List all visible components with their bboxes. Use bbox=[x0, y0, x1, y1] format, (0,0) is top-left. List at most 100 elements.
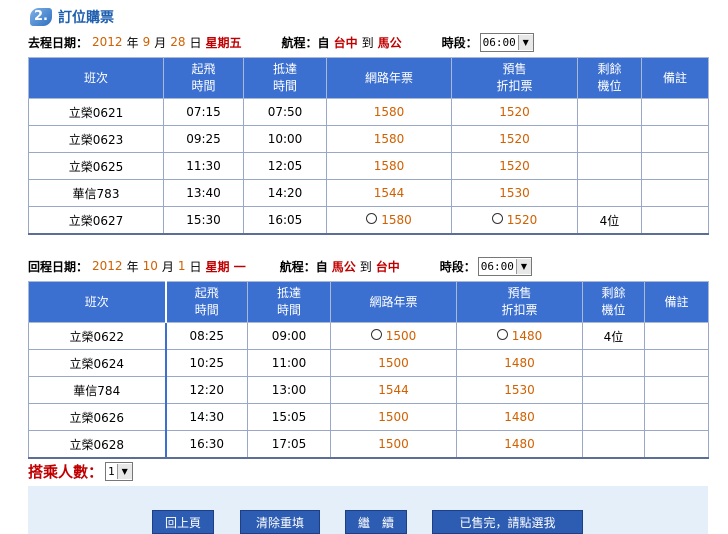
arrive-time: 07:50 bbox=[243, 98, 327, 126]
outbound-to-word: 到 bbox=[361, 35, 374, 50]
col-header-presale: 預售 折扣票 bbox=[451, 57, 578, 99]
col-header-note: 備註 bbox=[644, 281, 709, 323]
outbound-year-unit: 年 bbox=[126, 35, 139, 50]
outbound-date-label: 去程日期： bbox=[28, 35, 89, 50]
flight-number: 華信784 bbox=[28, 376, 167, 404]
presale-fare: 1480 bbox=[456, 403, 583, 431]
continue-button[interactable]: 繼 續 bbox=[345, 510, 407, 534]
arrive-time: 09:00 bbox=[247, 322, 331, 350]
presale-fare-option[interactable]: 1520 bbox=[451, 206, 578, 235]
col-header-seats: 剩餘 機位 bbox=[577, 57, 642, 99]
web-fare-option[interactable]: 1500 bbox=[330, 322, 457, 350]
step-badge: 2. bbox=[30, 8, 52, 26]
table-row: 立榮0628 16:30 17:05 1500 1480 bbox=[28, 430, 709, 459]
arrive-time: 13:00 bbox=[247, 376, 331, 404]
return-month-unit: 月 bbox=[161, 259, 174, 274]
soldout-button[interactable]: 已售完，請點選我 bbox=[432, 510, 583, 534]
presale-fare: 1530 bbox=[451, 179, 578, 207]
depart-time: 10:25 bbox=[165, 349, 248, 377]
depart-time: 12:20 bbox=[165, 376, 248, 404]
outbound-route-label: 航程：自 bbox=[281, 35, 330, 50]
note bbox=[641, 98, 709, 126]
seats-left bbox=[577, 125, 642, 153]
return-to-word: 到 bbox=[359, 259, 372, 274]
passenger-count-select[interactable]: 1 ▼ bbox=[105, 461, 133, 481]
depart-time: 09:25 bbox=[163, 125, 244, 153]
web-fare-radio[interactable] bbox=[370, 329, 382, 340]
chevron-down-icon: ▼ bbox=[116, 463, 132, 479]
col-header-flight: 班次 bbox=[28, 281, 167, 323]
depart-time: 14:30 bbox=[165, 403, 248, 431]
flight-number: 立榮0626 bbox=[28, 403, 167, 431]
web-fare: 1580 bbox=[326, 98, 452, 126]
back-button[interactable]: 回上頁 bbox=[152, 510, 214, 534]
note bbox=[641, 206, 709, 235]
presale-fare-radio[interactable] bbox=[491, 213, 503, 224]
presale-fare: 1530 bbox=[456, 376, 583, 404]
outbound-month-unit: 月 bbox=[154, 35, 167, 50]
col-header-arrive: 抵達 時間 bbox=[247, 281, 331, 323]
return-time-value: 06:00 bbox=[480, 259, 514, 273]
presale-fare: 1520 bbox=[451, 98, 578, 126]
presale-fare: 1520 bbox=[451, 125, 578, 153]
flight-number: 華信783 bbox=[28, 179, 164, 207]
seats-left bbox=[582, 349, 645, 377]
outbound-to: 馬公 bbox=[377, 35, 402, 50]
arrive-time: 17:05 bbox=[247, 430, 331, 459]
outbound-flights-table: 班次 起飛 時間 抵達 時間 網路年票 預售 折扣票 剩餘 機位 備註 立榮0621 0… bbox=[28, 57, 709, 235]
note bbox=[644, 403, 709, 431]
arrive-time: 11:00 bbox=[247, 349, 331, 377]
return-info: 回程日期： 2012 年 10 月 1 日 星期 一 航程：自 馬公 到 台中 … bbox=[28, 256, 708, 276]
outbound-info: 去程日期： 2012 年 9 月 28 日 星期五 航程：自 台中 到 馬公 時… bbox=[28, 32, 708, 52]
arrive-time: 10:00 bbox=[243, 125, 327, 153]
return-year-unit: 年 bbox=[126, 259, 139, 274]
note bbox=[644, 430, 709, 459]
flight-number: 立榮0621 bbox=[28, 98, 164, 126]
clear-button[interactable]: 清除重填 bbox=[240, 510, 320, 534]
web-fare: 1500 bbox=[330, 349, 457, 377]
note bbox=[644, 376, 709, 404]
passenger-count: 搭乘人數： 1 ▼ bbox=[28, 460, 133, 482]
note bbox=[641, 125, 709, 153]
seats-left: 4位 bbox=[582, 322, 645, 350]
outbound-year: 2012 bbox=[92, 35, 123, 49]
depart-time: 13:40 bbox=[163, 179, 244, 207]
outbound-time-value: 06:00 bbox=[482, 35, 516, 49]
return-to: 台中 bbox=[375, 259, 400, 274]
col-header-depart: 起飛 時間 bbox=[165, 281, 248, 323]
passenger-count-label: 搭乘人數： bbox=[28, 462, 104, 481]
seats-left bbox=[582, 430, 645, 459]
depart-time: 08:25 bbox=[165, 322, 248, 350]
seats-left bbox=[577, 98, 642, 126]
web-fare: 1544 bbox=[330, 376, 457, 404]
return-flights-table: 班次 起飛 時間 抵達 時間 網路年票 預售 折扣票 剩餘 機位 備註 立榮0622 0… bbox=[28, 281, 709, 459]
note bbox=[641, 152, 709, 180]
table-row: 立榮0622 08:25 09:00 1500 1480 4位 bbox=[28, 322, 709, 350]
presale-fare-option[interactable]: 1480 bbox=[456, 322, 583, 350]
depart-time: 11:30 bbox=[163, 152, 244, 180]
table-row: 立榮0624 10:25 11:00 1500 1480 bbox=[28, 349, 709, 377]
col-header-seats: 剩餘 機位 bbox=[582, 281, 645, 323]
return-time-select[interactable]: 06:00 ▼ bbox=[477, 256, 532, 276]
col-header-web-fare: 網路年票 bbox=[330, 281, 457, 323]
depart-time: 16:30 bbox=[165, 430, 248, 459]
outbound-time-select[interactable]: 06:00 ▼ bbox=[479, 32, 534, 52]
web-fare: 1580 bbox=[326, 152, 452, 180]
return-weekday: 星期 一 bbox=[205, 259, 246, 274]
table-row: 立榮0626 14:30 15:05 1500 1480 bbox=[28, 403, 709, 431]
arrive-time: 16:05 bbox=[243, 206, 327, 235]
presale-fare-radio[interactable] bbox=[496, 329, 508, 340]
passenger-count-value: 1 bbox=[108, 464, 115, 478]
return-from: 馬公 bbox=[331, 259, 356, 274]
return-day-unit: 日 bbox=[189, 259, 202, 274]
return-month: 10 bbox=[142, 259, 158, 273]
table-row: 華信783 13:40 14:20 1544 1530 bbox=[28, 179, 709, 207]
return-time-label: 時段： bbox=[439, 259, 476, 274]
flight-number: 立榮0624 bbox=[28, 349, 167, 377]
web-fare-option[interactable]: 1580 bbox=[326, 206, 452, 235]
table-row: 華信784 12:20 13:00 1544 1530 bbox=[28, 376, 709, 404]
flight-number: 立榮0623 bbox=[28, 125, 164, 153]
web-fare-radio[interactable] bbox=[366, 213, 378, 224]
web-fare: 1544 bbox=[326, 179, 452, 207]
web-fare: 1580 bbox=[326, 125, 452, 153]
